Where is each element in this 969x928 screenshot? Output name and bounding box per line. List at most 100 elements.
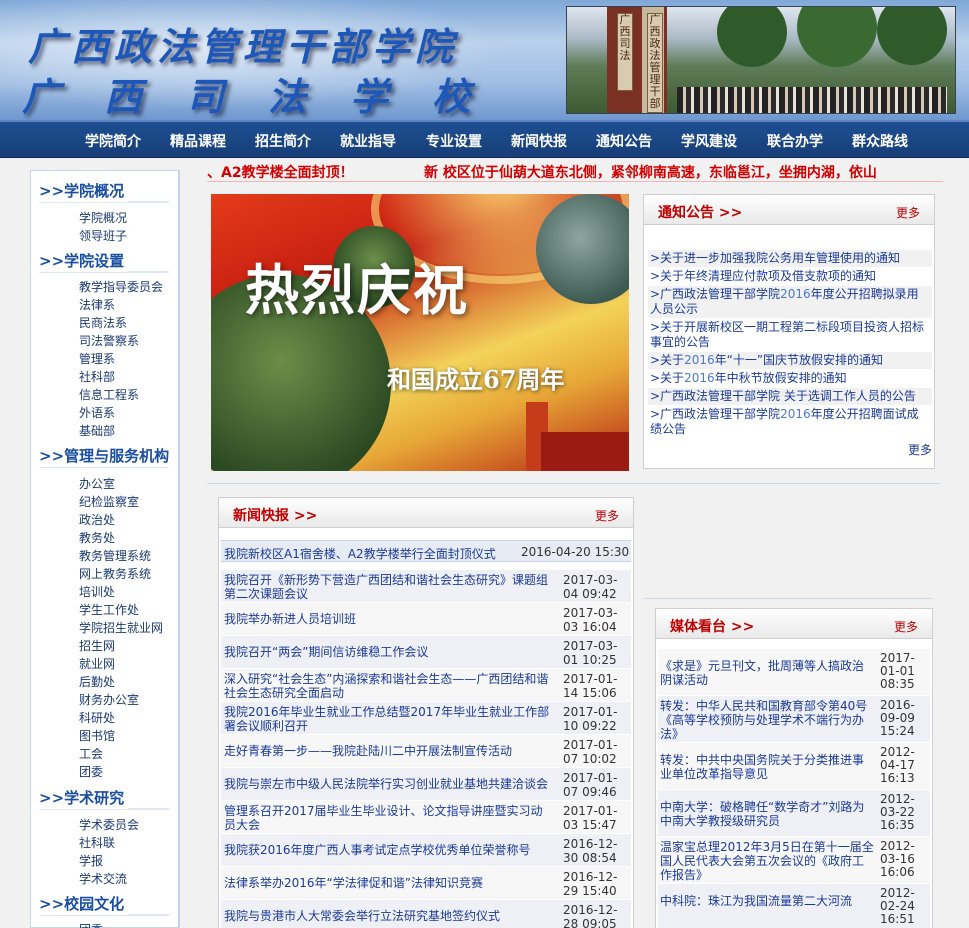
nav-item-study-style[interactable]: 学风建设 xyxy=(681,131,737,151)
notice-item[interactable]: >关于年终清理应付款项及借支款项的通知 xyxy=(648,268,932,286)
sidebar-link[interactable]: 外语系 xyxy=(79,404,115,421)
sidebar-link[interactable]: 领导班子 xyxy=(79,227,127,244)
media-row[interactable]: 中南大学：破格聘任“数学奇才”刘路为中南大学教授级研究员 2012-03-22 1… xyxy=(658,790,930,837)
media-row[interactable]: 转发：中华人民共和国教育部令第40号《高等学校预防与处理学术不端行为办法》 201… xyxy=(658,696,930,743)
sidebar-link[interactable]: 政治处 xyxy=(79,511,115,528)
sidebar-link[interactable]: 社科部 xyxy=(79,368,115,385)
nav-item-joint-programs[interactable]: 联合办学 xyxy=(767,131,823,151)
media-row[interactable]: 转发：中共中央国务院关于分类推进事业单位改革指导意见 2012-04-17 16:… xyxy=(658,743,930,790)
news-item-title[interactable]: 我院召开《新形势下营造广西团结和谐社会生态研究》课题组第二次课题会议 xyxy=(224,573,554,601)
nav-item-admissions[interactable]: 招生简介 xyxy=(255,131,311,151)
celebration-banner-image[interactable]: 热烈庆祝 和国成立67周年 xyxy=(211,194,629,471)
news-row[interactable]: 我院举办新进人员培训班 2017-03-03 16:04 xyxy=(221,603,631,636)
notice-item[interactable]: >广西政法管理干部学院 关于选调工作人员的公告 xyxy=(648,388,932,406)
featured-news-title[interactable]: 我院新校区A1宿舍楼、A2教学楼举行全面封顶仪式 xyxy=(224,545,496,562)
sidebar-link[interactable]: 教务处 xyxy=(79,529,115,546)
notice-item[interactable]: >关于进一步加强我院公务用车管理使用的通知 xyxy=(648,250,932,268)
notice-title[interactable]: 通知公告 >> xyxy=(658,202,742,222)
news-row[interactable]: 管理系召开2017届毕业生毕业设计、论文指导讲座暨实习动员大会 2017-01-0… xyxy=(221,801,631,834)
news-row[interactable]: 走好青春第一步——我院赴陆川二中开展法制宣传活动 2017-01-07 10:02 xyxy=(221,735,631,768)
sidebar-link[interactable]: 基础部 xyxy=(79,422,115,439)
sidebar-link[interactable]: 学术委员会 xyxy=(79,816,139,833)
notice-item[interactable]: >广西政法管理干部学院2016年度公开招聘面试成绩公告 xyxy=(648,406,932,439)
news-item-title[interactable]: 走好青春第一步——我院赴陆川二中开展法制宣传活动 xyxy=(224,744,554,758)
sidebar-link[interactable]: 教学指导委员会 xyxy=(79,278,163,295)
notice-item[interactable]: >关于2016年“十一”国庆节放假安排的通知 xyxy=(648,352,932,370)
sidebar-link[interactable]: 学术交流 xyxy=(79,870,127,887)
news-row[interactable]: 法律系举办2016年“学法律促和谐”法律知识竞赛 2016-12-29 15:40 xyxy=(221,867,631,900)
sidebar-link[interactable]: 法律系 xyxy=(79,296,115,313)
sidebar-link[interactable]: 工会 xyxy=(79,745,103,762)
sidebar-link[interactable]: 社科联 xyxy=(79,834,115,851)
sidebar-section-management[interactable]: >>管理与服务机构 xyxy=(39,445,174,467)
sidebar-link[interactable]: 网上教务系统 xyxy=(79,565,151,582)
sidebar-link[interactable]: 纪检监察室 xyxy=(79,493,139,510)
media-row[interactable]: 《求是》元旦刊文，批周薄等人搞政治阴谋活动 2017-01-01 08:35 xyxy=(658,649,930,696)
nav-item-notices[interactable]: 通知公告 xyxy=(596,131,652,151)
featured-news-row[interactable]: 我院新校区A1宿舍楼、A2教学楼举行全面封顶仪式 2016-04-20 15:3… xyxy=(221,540,631,562)
sidebar-link[interactable]: 教务管理系统 xyxy=(79,547,151,564)
nav-item-mass-line[interactable]: 群众路线 xyxy=(852,131,908,151)
sidebar-link[interactable]: 学院概况 xyxy=(79,209,127,226)
sidebar-section-research[interactable]: >>学术研究 xyxy=(39,787,129,809)
notice-item[interactable]: >关于2016年中秋节放假安排的通知 xyxy=(648,370,932,388)
sidebar-link[interactable]: 学报 xyxy=(79,852,103,869)
notice-item[interactable]: >关于开展新校区一期工程第二标段项目投资人招标事宜的公告 xyxy=(648,319,932,352)
sidebar-link[interactable]: 民商法系 xyxy=(79,314,127,331)
sidebar-link[interactable]: 学院招生就业网 xyxy=(79,619,163,636)
news-item-title[interactable]: 法律系举办2016年“学法律促和谐”法律知识竞赛 xyxy=(224,876,554,890)
sidebar-link[interactable]: 团委 xyxy=(79,763,103,780)
sidebar-link[interactable]: 信息工程系 xyxy=(79,386,139,403)
nav-item-courses[interactable]: 精品课程 xyxy=(170,131,226,151)
news-row[interactable]: 我院与贵港市人大常委会举行立法研究基地签约仪式 2016-12-28 09:05 xyxy=(221,900,631,928)
sidebar-link[interactable]: 招生网 xyxy=(79,637,115,654)
news-item-title[interactable]: 我院与崇左市中级人民法院举行实习创业就业基地共建洽谈会 xyxy=(224,777,554,791)
sidebar-link[interactable]: 科研处 xyxy=(79,709,115,726)
news-row[interactable]: 我院召开《新形势下营造广西团结和谐社会生态研究》课题组第二次课题会议 2017-0… xyxy=(221,570,631,603)
news-item-title[interactable]: 管理系召开2017届毕业生毕业设计、论文指导讲座暨实习动员大会 xyxy=(224,804,554,832)
media-row[interactable]: 中科院：珠江为我国流量第二大河流 2012-02-24 16:51 xyxy=(658,884,930,928)
media-more-link[interactable]: 更多 xyxy=(894,618,918,635)
sidebar-link[interactable]: 团委 xyxy=(79,921,103,928)
sidebar-link[interactable]: 管理系 xyxy=(79,350,115,367)
news-item-title[interactable]: 我院召开“两会”期间信访维稳工作会议 xyxy=(224,645,554,659)
media-title[interactable]: 媒体看台 >> xyxy=(670,616,754,636)
sidebar-link[interactable]: 就业网 xyxy=(79,655,115,672)
sidebar-link[interactable]: 学生工作处 xyxy=(79,601,139,618)
media-item-title[interactable]: 温家宝总理2012年3月5日在第十一届全国人民代表大会第五次会议的《政府工作报告… xyxy=(660,840,874,882)
ticker-text-1[interactable]: 、A2教学楼全面封顶！ xyxy=(207,162,354,181)
news-item-title[interactable]: 我院2016年毕业生就业工作总结暨2017年毕业生就业工作部署会议顺利召开 xyxy=(224,705,554,733)
media-row[interactable]: 温家宝总理2012年3月5日在第十一届全国人民代表大会第五次会议的《政府工作报告… xyxy=(658,837,930,884)
news-row[interactable]: 深入研究“社会生态”内涵探索和谐社会生态——广西团结和谐社会生态研究全面启动 20… xyxy=(221,669,631,702)
nav-item-majors[interactable]: 专业设置 xyxy=(426,131,482,151)
notice-more-bottom-link[interactable]: 更多 xyxy=(908,441,932,458)
notice-item[interactable]: >广西政法管理干部学院2016年度公开招聘拟录用人员公示 xyxy=(648,286,932,319)
sidebar-link[interactable]: 图书馆 xyxy=(79,727,115,744)
news-row[interactable]: 我院召开“两会”期间信访维稳工作会议 2017-03-01 10:25 xyxy=(221,636,631,669)
news-row[interactable]: 我院2016年毕业生就业工作总结暨2017年毕业生就业工作部署会议顺利召开 201… xyxy=(221,702,631,735)
news-row[interactable]: 我院获2016年度广西人事考试定点学校优秀单位荣誉称号 2016-12-30 08… xyxy=(221,834,631,867)
media-item-title[interactable]: 中南大学：破格聘任“数学奇才”刘路为中南大学教授级研究员 xyxy=(660,800,874,828)
media-item-title[interactable]: 转发：中华人民共和国教育部令第40号《高等学校预防与处理学术不端行为办法》 xyxy=(660,699,874,741)
nav-item-news[interactable]: 新闻快报 xyxy=(511,131,567,151)
news-more-link[interactable]: 更多 xyxy=(595,507,619,524)
sidebar-section-overview[interactable]: >>学院概况 xyxy=(39,180,129,202)
news-item-title[interactable]: 深入研究“社会生态”内涵探索和谐社会生态——广西团结和谐社会生态研究全面启动 xyxy=(224,672,554,700)
sidebar-link[interactable]: 后勤处 xyxy=(79,673,115,690)
sidebar-link[interactable]: 司法警察系 xyxy=(79,332,139,349)
nav-item-employment[interactable]: 就业指导 xyxy=(340,131,396,151)
news-title[interactable]: 新闻快报 >> xyxy=(233,505,317,525)
nav-item-college-intro[interactable]: 学院简介 xyxy=(85,131,141,151)
news-row[interactable]: 我院与崇左市中级人民法院举行实习创业就业基地共建洽谈会 2017-01-07 09… xyxy=(221,768,631,801)
media-item-title[interactable]: 转发：中共中央国务院关于分类推进事业单位改革指导意见 xyxy=(660,753,874,781)
sidebar-link[interactable]: 培训处 xyxy=(79,583,115,600)
notice-more-link[interactable]: 更多 xyxy=(896,204,920,221)
media-item-title[interactable]: 中科院：珠江为我国流量第二大河流 xyxy=(660,894,874,908)
sidebar-section-departments[interactable]: >>学院设置 xyxy=(39,250,129,272)
news-ticker[interactable]: 、A2教学楼全面封顶！ 新 校区位于仙葫大道东北侧，紧邻柳南高速，东临邕江，坐拥… xyxy=(207,160,943,182)
sidebar-link[interactable]: 财务办公室 xyxy=(79,691,139,708)
ticker-text-2[interactable]: 新 校区位于仙葫大道东北侧，紧邻柳南高速，东临邕江，坐拥内湖，依山 xyxy=(424,162,877,181)
news-item-title[interactable]: 我院获2016年度广西人事考试定点学校优秀单位荣誉称号 xyxy=(224,843,554,857)
sidebar-section-campus-culture[interactable]: >>校园文化 xyxy=(39,893,129,915)
media-item-title[interactable]: 《求是》元旦刊文，批周薄等人搞政治阴谋活动 xyxy=(660,659,874,687)
